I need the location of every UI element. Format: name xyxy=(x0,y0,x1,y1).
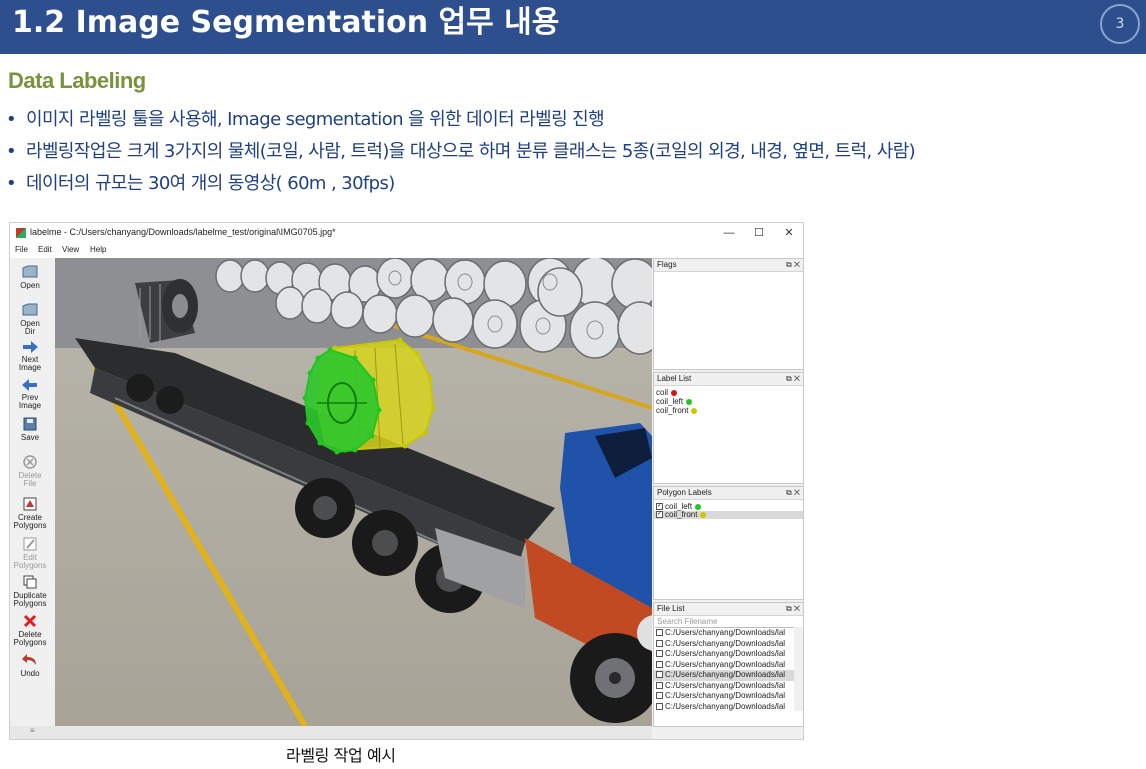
figure-caption: 라벨링 작업 예시 xyxy=(286,746,396,765)
open-button[interactable]: Open xyxy=(10,264,50,290)
next-image-button[interactable]: Next Image xyxy=(10,340,50,372)
file-list-item[interactable]: C:/Users/chanyang/Downloads/lal xyxy=(654,628,794,639)
delete-file-button[interactable]: Delete File xyxy=(10,454,50,488)
maximize-button[interactable]: ☐ xyxy=(748,225,770,241)
checkbox[interactable]: ✓ xyxy=(656,503,663,511)
labelme-window: labelme - C:/Users/chanyang/Downloads/la… xyxy=(9,222,804,740)
polygon-label-item[interactable]: ✓ coil_front xyxy=(654,511,803,519)
checkbox[interactable] xyxy=(656,692,663,700)
dock-float-icon[interactable]: ⧉ xyxy=(786,374,792,383)
checkbox[interactable] xyxy=(656,660,663,668)
dock-float-icon[interactable]: ⧉ xyxy=(786,488,792,497)
file-list-dock: File List ⧉ ✕ Search Filename C:/Users/c… xyxy=(653,602,804,727)
prev-image-button[interactable]: Prev Image xyxy=(10,378,50,410)
bullet-item: 데이터의 규모는 30여 개의 동영상( 60m , 30fps) xyxy=(6,168,915,200)
label-list-item[interactable]: coil_front xyxy=(654,406,803,415)
bullet-item: 이미지 라벨링 툴을 사용해, Image segmentation 을 위한 … xyxy=(6,104,915,136)
slide-title-bar: 1.2 Image Segmentation 업무 내용 3 xyxy=(0,0,1146,54)
color-dot-icon xyxy=(671,389,678,396)
color-dot-icon xyxy=(691,407,698,414)
horizontal-scrollbar[interactable]: ≡ xyxy=(10,726,652,739)
polygon-labels-dock: Polygon Labels ⧉ ✕ ✓ coil_left ✓ coil_fron… xyxy=(653,486,804,600)
undo-icon xyxy=(22,654,36,665)
file-search-input[interactable]: Search Filename xyxy=(655,616,802,628)
file-list-dock-title: File List ⧉ ✕ xyxy=(654,603,803,616)
dock-close-icon[interactable]: ✕ xyxy=(794,260,800,269)
edit-icon xyxy=(23,537,37,551)
delete-icon xyxy=(23,614,37,628)
label-list-dock: Label List ⧉ ✕ coil coil_left coil_front xyxy=(653,372,804,484)
checkbox[interactable] xyxy=(656,702,663,710)
label-list-item[interactable]: coil xyxy=(654,388,803,397)
create-polygons-button[interactable]: Create Polygons xyxy=(10,496,50,530)
dock-close-icon[interactable]: ✕ xyxy=(794,604,800,613)
checkbox[interactable] xyxy=(656,639,663,647)
slide-title: 1.2 Image Segmentation 업무 내용 xyxy=(12,5,560,40)
close-button[interactable]: ✕ xyxy=(778,225,800,241)
color-dot-icon xyxy=(686,398,693,405)
file-list-item[interactable]: C:/Users/chanyang/Downloads/lal xyxy=(654,660,794,671)
checkbox[interactable] xyxy=(656,650,663,658)
label-list-item[interactable]: coil_left xyxy=(654,397,803,406)
flags-dock: Flags ⧉ ✕ xyxy=(653,258,804,370)
file-list-item[interactable]: C:/Users/chanyang/Downloads/lal xyxy=(654,681,794,692)
color-dot-icon xyxy=(700,511,707,518)
flags-dock-title: Flags ⧉ ✕ xyxy=(654,259,803,272)
undo-button[interactable]: Undo xyxy=(10,652,50,678)
scroll-grip-icon: ≡ xyxy=(30,726,35,735)
folder-icon xyxy=(22,265,38,278)
checkbox[interactable] xyxy=(656,671,663,679)
checkbox[interactable]: ✓ xyxy=(656,511,663,519)
label-list-dock-title: Label List ⧉ ✕ xyxy=(654,373,803,386)
window-title: labelme - C:/Users/chanyang/Downloads/la… xyxy=(30,227,336,237)
folder-icon xyxy=(22,303,38,316)
arrow-right-icon xyxy=(23,341,38,353)
open-dir-button[interactable]: Open Dir xyxy=(10,302,50,336)
checkbox[interactable] xyxy=(656,681,663,689)
menu-help[interactable]: Help xyxy=(90,245,106,254)
image-canvas[interactable] xyxy=(55,258,652,726)
dock-close-icon[interactable]: ✕ xyxy=(794,488,800,497)
create-polygon-icon xyxy=(23,497,37,511)
checkbox[interactable] xyxy=(656,629,663,637)
tools-toolbar: Open Open Dir Next Image Prev Image Save… xyxy=(10,258,54,738)
file-list-scrollbar[interactable] xyxy=(794,627,803,711)
truck-coil-photo xyxy=(55,258,652,726)
dock-close-icon[interactable]: ✕ xyxy=(794,374,800,383)
menu-edit[interactable]: Edit xyxy=(38,245,52,254)
menu-bar: File Edit View Help xyxy=(10,243,803,258)
menu-file[interactable]: File xyxy=(15,245,28,254)
dock-float-icon[interactable]: ⧉ xyxy=(786,604,792,613)
dock-float-icon[interactable]: ⧉ xyxy=(786,260,792,269)
duplicate-icon xyxy=(23,575,37,589)
file-list-item[interactable]: C:/Users/chanyang/Downloads/lal xyxy=(654,649,794,660)
file-list-item[interactable]: C:/Users/chanyang/Downloads/lal xyxy=(654,639,794,650)
arrow-left-icon xyxy=(22,379,37,391)
save-icon xyxy=(23,417,37,431)
bullet-item: 라벨링작업은 크게 3가지의 물체(코일, 사람, 트럭)을 대상으로 하며 분… xyxy=(6,136,916,168)
file-list-item[interactable]: C:/Users/chanyang/Downloads/lal xyxy=(654,691,794,702)
labelme-app-icon xyxy=(16,228,26,238)
window-title-bar: labelme - C:/Users/chanyang/Downloads/la… xyxy=(10,223,803,243)
minimize-button[interactable]: — xyxy=(718,225,740,241)
page-number: 3 xyxy=(1100,4,1140,44)
color-dot-icon xyxy=(695,503,702,510)
delete-polygons-button[interactable]: Delete Polygons xyxy=(10,613,50,647)
file-list-item[interactable]: C:/Users/chanyang/Downloads/lal xyxy=(654,670,794,681)
delete-file-icon xyxy=(23,455,37,469)
duplicate-polygons-button[interactable]: Duplicate Polygons xyxy=(10,574,50,608)
menu-view[interactable]: View xyxy=(62,245,79,254)
polygon-labels-dock-title: Polygon Labels ⧉ ✕ xyxy=(654,487,803,500)
section-heading: Data Labeling xyxy=(8,68,146,93)
edit-polygons-button[interactable]: Edit Polygons xyxy=(10,536,50,570)
bullet-list: 이미지 라벨링 툴을 사용해, Image segmentation 을 위한 … xyxy=(6,104,916,200)
file-list-item[interactable]: C:/Users/chanyang/Downloads/lal xyxy=(654,702,794,713)
save-button[interactable]: Save xyxy=(10,416,50,442)
